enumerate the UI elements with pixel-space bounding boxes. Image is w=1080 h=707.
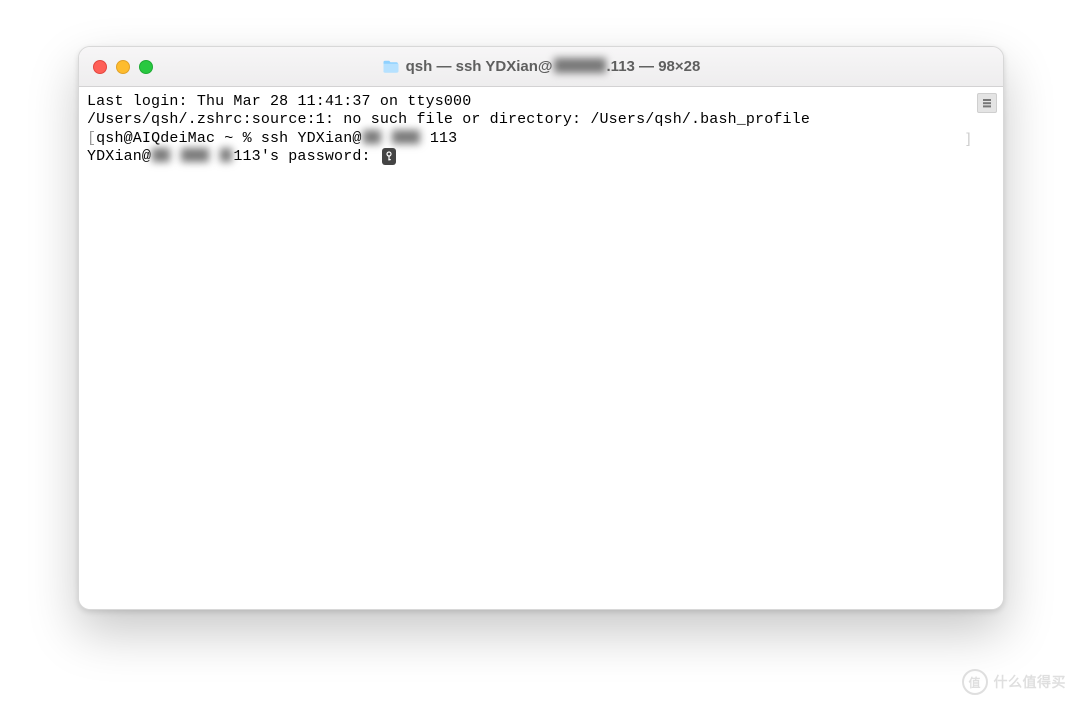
- zoom-button[interactable]: [139, 60, 153, 74]
- redacted-ip-part: [181, 148, 209, 162]
- terminal-line: Last login: Thu Mar 28 11:41:37 on ttys0…: [87, 93, 995, 111]
- watermark-text: 什么值得买: [994, 672, 1067, 692]
- close-button[interactable]: [93, 60, 107, 74]
- minimize-button[interactable]: [116, 60, 130, 74]
- watermark: 值 什么值得买: [962, 669, 1067, 695]
- title-redacted-ip: [554, 58, 606, 73]
- title-suffix: .113 — 98×28: [607, 58, 701, 75]
- folder-icon: [382, 60, 400, 74]
- terminal-line: YDXian@ 113's password:: [87, 148, 995, 166]
- traffic-lights: [93, 60, 153, 74]
- watermark-badge: 值: [962, 669, 988, 695]
- terminal-line: /Users/qsh/.zshrc:source:1: no such file…: [87, 111, 995, 129]
- redacted-ip-part: [363, 130, 381, 144]
- terminal-line: [qsh@AIQdeiMac ~ % ssh YDXian@ 113: [87, 130, 995, 148]
- line-end-bracket: ]: [964, 130, 973, 148]
- title-prefix: qsh — ssh YDXian@: [406, 58, 553, 75]
- terminal-window: qsh — ssh YDXian@ .113 — 98×28 Last login…: [78, 46, 1004, 610]
- scroll-indicator-icon[interactable]: [977, 93, 997, 113]
- window-titlebar[interactable]: qsh — ssh YDXian@ .113 — 98×28: [79, 47, 1003, 87]
- terminal-body[interactable]: Last login: Thu Mar 28 11:41:37 on ttys0…: [79, 87, 1003, 609]
- redacted-ip-part: [392, 130, 420, 144]
- key-icon: [382, 148, 396, 165]
- redacted-ip-part: [152, 148, 170, 162]
- redacted-ip-part: [220, 148, 232, 162]
- window-title: qsh — ssh YDXian@ .113 — 98×28: [79, 58, 1003, 75]
